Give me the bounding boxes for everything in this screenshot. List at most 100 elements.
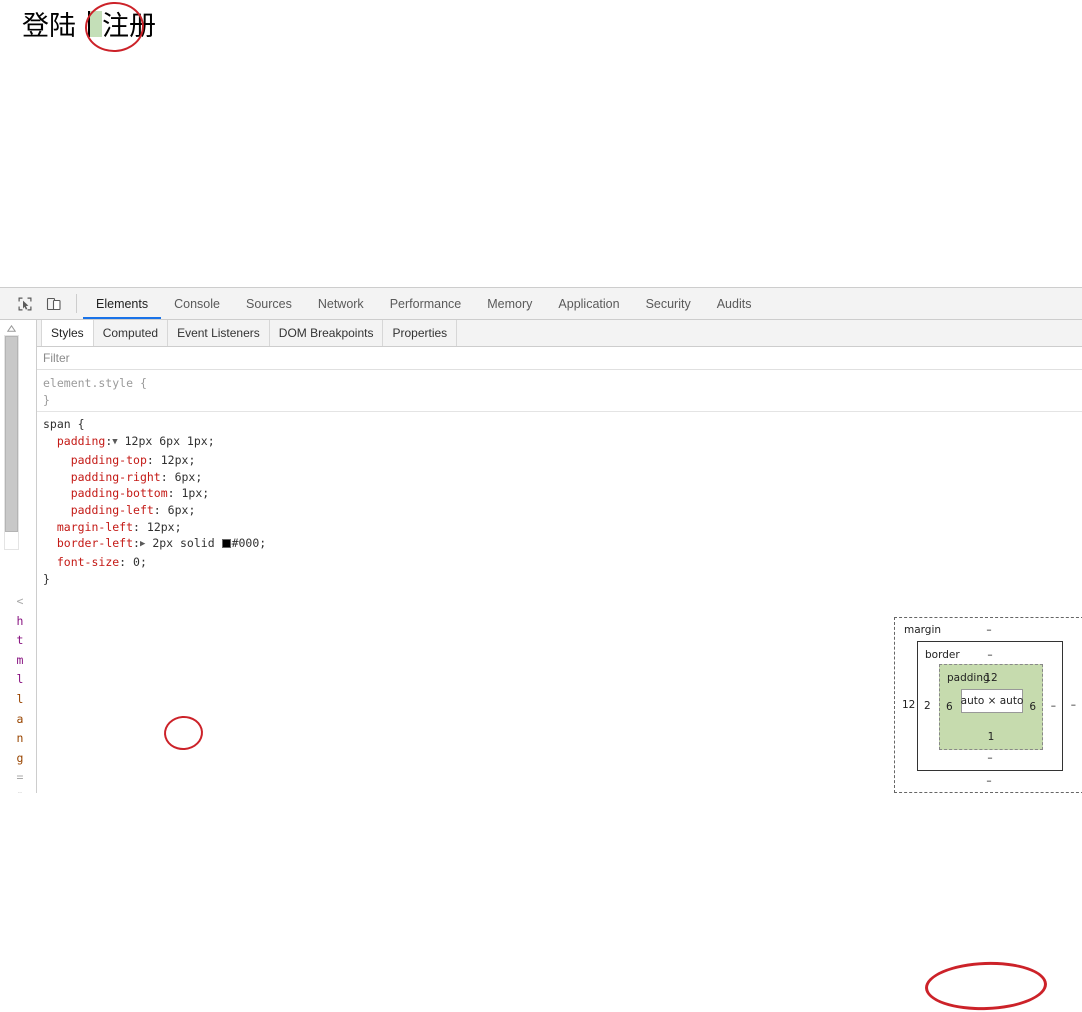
devtools-toolbar-icons <box>0 288 83 319</box>
selector-text: span <box>43 417 71 432</box>
terminator: ; <box>174 519 182 534</box>
subtab-computed[interactable]: Computed <box>94 320 169 346</box>
box-model-margin-layer[interactable]: margin – 12 – – border – 2 – – padding 1… <box>894 617 1082 793</box>
color-swatch-icon[interactable] <box>221 539 231 549</box>
style-rules-list: element.style { } span { padding:▼ 12px … <box>37 370 1082 587</box>
elements-tree-scrollbar[interactable] <box>4 322 19 550</box>
tab-performance[interactable]: Performance <box>377 288 475 319</box>
open-brace-char: { <box>77 417 85 432</box>
tab-performance-label: Performance <box>389 296 462 311</box>
box-model-margin-left[interactable]: 12 <box>902 699 915 711</box>
box-model-border-top[interactable]: – <box>987 649 992 661</box>
rule-close-line: } <box>43 392 1082 409</box>
box-model-padding-right[interactable]: 6 <box>1029 701 1036 713</box>
box-model-border-bottom[interactable]: – <box>987 752 992 764</box>
terminator: ; <box>207 434 215 449</box>
box-model-border-layer[interactable]: border – 2 – – padding 12 6 6 1 auto × a… <box>917 641 1063 771</box>
subtab-dom-breakpoints-label: DOM Breakpoints <box>278 326 374 340</box>
box-model-padding-layer[interactable]: padding 12 6 6 1 auto × auto <box>939 664 1043 750</box>
property-value[interactable]: 1px <box>182 486 203 500</box>
declaration-padding-left[interactable]: padding-left: 6px; <box>43 502 1082 519</box>
tab-security-label: Security <box>645 296 691 311</box>
open-brace <box>133 376 140 390</box>
page-text-line: 登陆 注册 <box>22 8 156 46</box>
property-name: font-size <box>56 555 120 570</box>
styles-filter-row[interactable]: Filter <box>37 347 1082 370</box>
box-model-padding-bottom[interactable]: 1 <box>988 731 995 743</box>
declaration-padding-right[interactable]: padding-right: 6px; <box>43 469 1082 486</box>
box-model-margin-bottom[interactable]: – <box>986 775 991 787</box>
property-value[interactable]: 12px 6px 1px <box>125 434 208 448</box>
box-model-margin-right[interactable]: – <box>1071 699 1076 711</box>
expander-triangle-icon[interactable]: ▶ <box>140 536 145 553</box>
scroll-up-arrow-icon[interactable] <box>4 322 19 335</box>
close-brace-char: } <box>43 392 50 407</box>
login-text: 登陆 <box>22 11 76 42</box>
tab-application[interactable]: Application <box>545 288 632 319</box>
property-name: border-left <box>56 536 134 551</box>
device-toolbar-icon[interactable] <box>39 288 68 319</box>
declaration-border-left[interactable]: border-left:▶ 2px solid #000; <box>43 535 1082 554</box>
style-rule-span[interactable]: span { padding:▼ 12px 6px 1px; padding-t… <box>37 416 1082 587</box>
box-model-margin-top[interactable]: – <box>986 624 991 636</box>
styles-filter-placeholder: Filter <box>43 351 70 365</box>
dom-breadcrumb-vertical[interactable]: < h t m l l a n g = " e n <box>11 592 29 793</box>
declaration-padding-top[interactable]: padding-top: 12px; <box>43 452 1082 469</box>
scrollbar-thumb[interactable] <box>5 336 18 532</box>
dom-char: n <box>16 731 24 746</box>
box-model-diagram: margin – 12 – – border – 2 – – padding 1… <box>894 617 1082 793</box>
close-brace-char: } <box>43 571 50 586</box>
declaration-padding-bottom[interactable]: padding-bottom: 1px; <box>43 485 1082 502</box>
subtab-dom-breakpoints[interactable]: DOM Breakpoints <box>270 320 384 346</box>
dom-char: = <box>16 770 24 785</box>
panel-tab-bar: Elements Console Sources Network Perform… <box>83 288 764 319</box>
styles-sub-tab-bar: Styles Computed Event Listeners DOM Brea… <box>37 320 1082 347</box>
box-model-border-label: border <box>925 649 960 661</box>
tab-audits-label: Audits <box>716 296 752 311</box>
property-value[interactable]: 6px <box>175 470 196 484</box>
box-model-padding-left[interactable]: 6 <box>946 701 953 713</box>
expander-triangle-icon[interactable]: ▼ <box>112 434 117 451</box>
rule-close-line: } <box>43 571 1082 588</box>
tab-memory[interactable]: Memory <box>474 288 545 319</box>
declaration-padding[interactable]: padding:▼ 12px 6px 1px; <box>43 433 1082 452</box>
dom-char: g <box>16 750 24 765</box>
tab-sources[interactable]: Sources <box>233 288 305 319</box>
dom-char: m <box>16 652 24 667</box>
tab-audits[interactable]: Audits <box>704 288 765 319</box>
style-rule-element-style[interactable]: element.style { } <box>37 375 1082 408</box>
declaration-font-size[interactable]: font-size: 0; <box>43 554 1082 571</box>
terminator: ; <box>139 555 147 570</box>
property-name: margin-left <box>56 519 134 534</box>
property-value[interactable]: 6px <box>168 503 189 517</box>
open-brace-char: { <box>139 376 147 390</box>
property-value[interactable]: 12px <box>161 453 189 467</box>
tab-elements[interactable]: Elements <box>83 288 162 319</box>
subtab-properties-label: Properties <box>392 326 448 340</box>
box-model-content-box[interactable]: auto × auto <box>961 689 1023 713</box>
dom-char: t <box>16 633 24 648</box>
tab-security[interactable]: Security <box>633 288 704 319</box>
dom-char: h <box>16 613 24 628</box>
property-name: padding-top <box>70 452 147 467</box>
property-value[interactable]: 0 <box>133 555 140 569</box>
toolbar-divider <box>76 294 77 313</box>
box-model-border-left[interactable]: 2 <box>924 700 931 712</box>
subtab-properties[interactable]: Properties <box>383 320 458 346</box>
inspected-span-element[interactable] <box>88 11 102 37</box>
property-name: padding-right <box>70 469 161 484</box>
subtab-styles[interactable]: Styles <box>41 320 94 346</box>
dom-char: < <box>16 594 24 608</box>
subtab-event-listeners[interactable]: Event Listeners <box>168 320 270 346</box>
rendered-page-area: 登陆 注册 <box>0 0 1082 287</box>
dom-char: l <box>16 691 24 706</box>
box-model-padding-top[interactable]: 12 <box>984 672 997 684</box>
tab-console[interactable]: Console <box>161 288 233 319</box>
box-model-border-right[interactable]: – <box>1051 700 1056 712</box>
declaration-margin-left[interactable]: margin-left: 12px; <box>43 519 1082 536</box>
terminator: ; <box>195 469 203 484</box>
box-model-content-size: auto × auto <box>960 695 1024 707</box>
tab-network[interactable]: Network <box>305 288 377 319</box>
property-value[interactable]: 12px <box>147 520 175 534</box>
inspect-element-icon[interactable] <box>10 288 39 319</box>
